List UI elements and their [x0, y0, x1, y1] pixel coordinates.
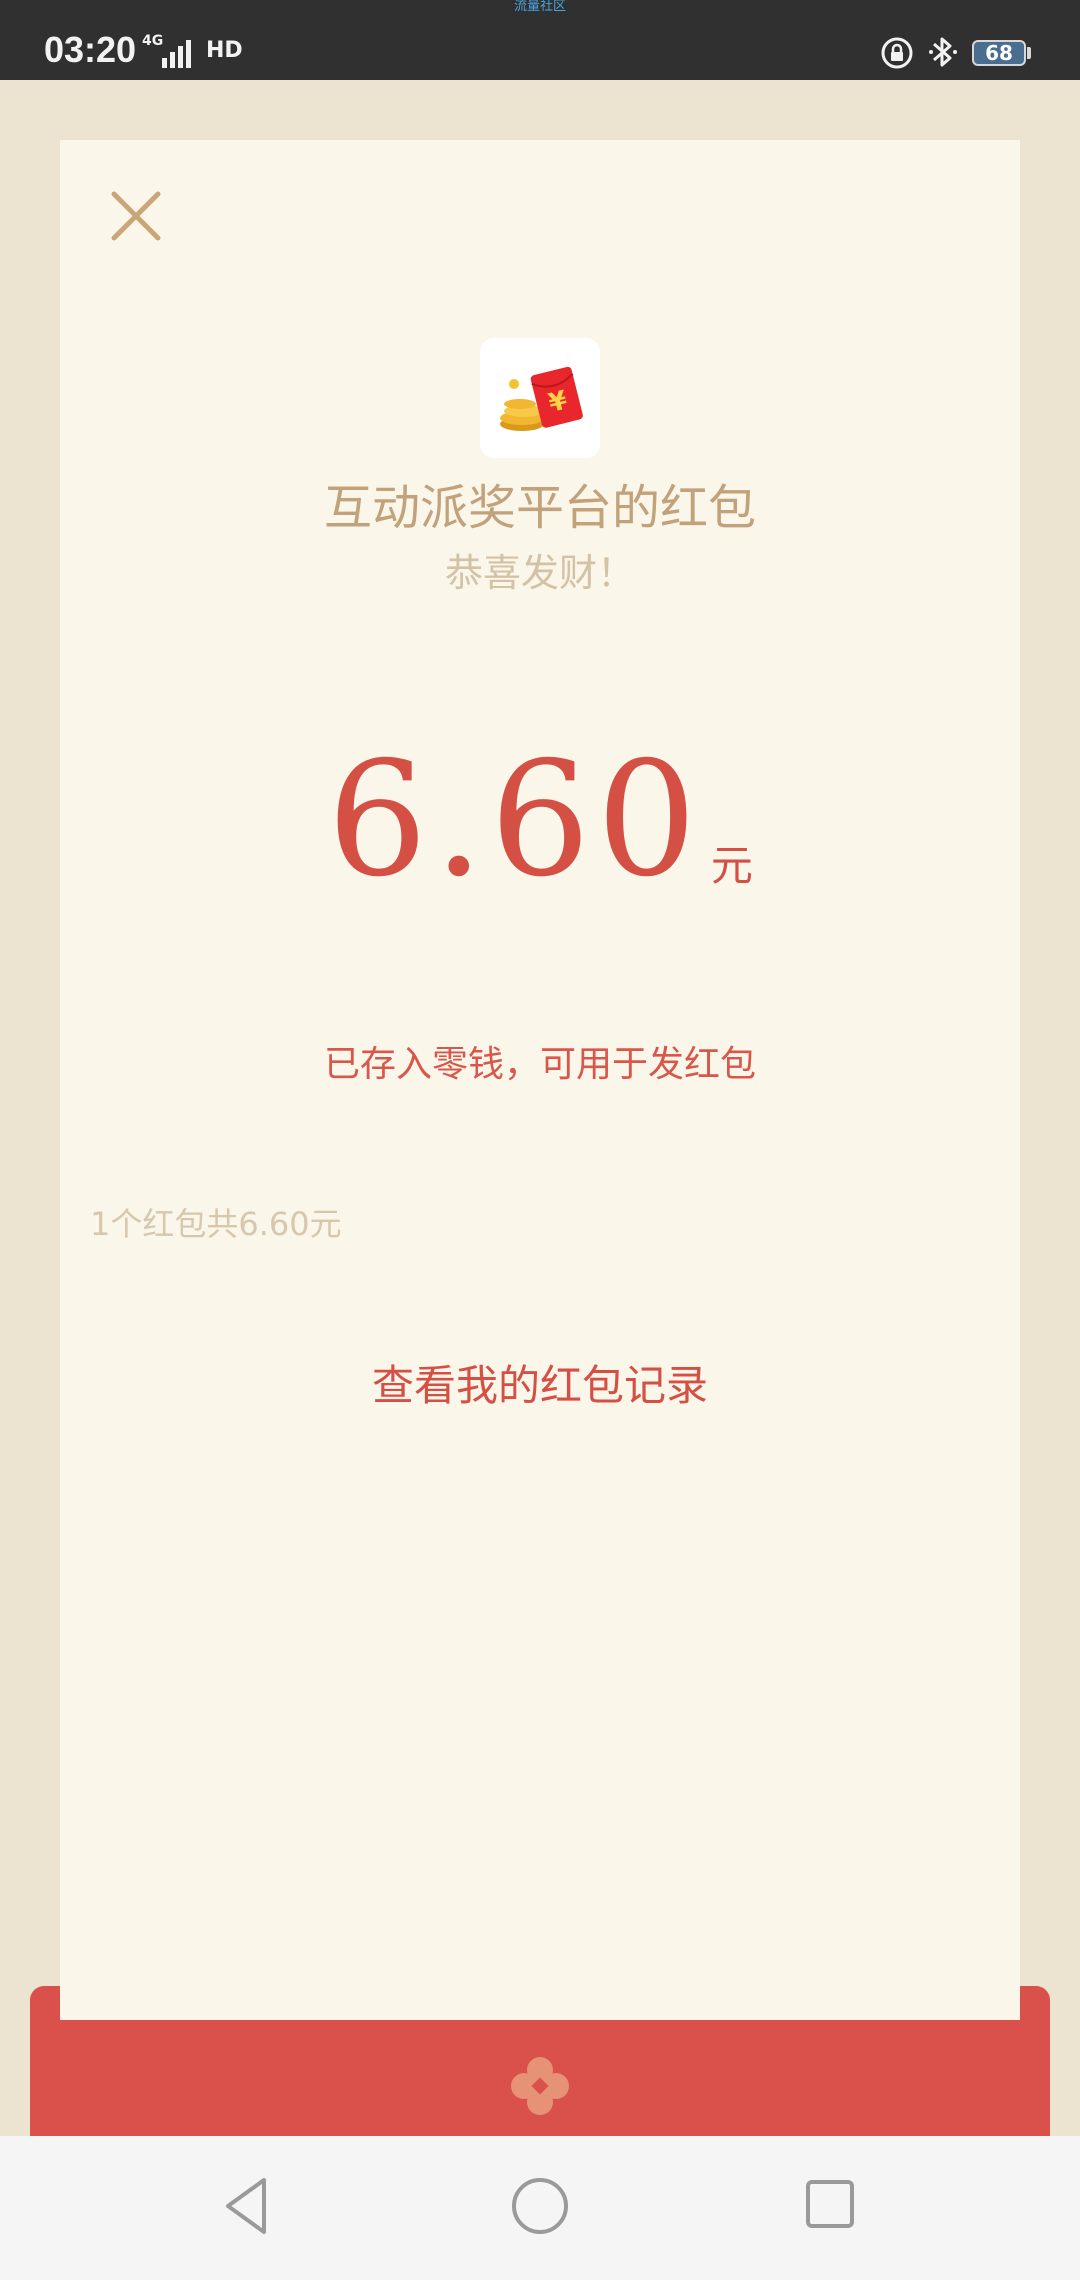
close-icon[interactable] [96, 176, 176, 256]
packet-summary: 1个红包共6.60元 [90, 1205, 342, 1243]
home-icon[interactable] [510, 2176, 570, 2236]
hd-call-icon: HD [206, 38, 243, 63]
status-top-label: 流量社区 [513, 0, 566, 14]
back-icon[interactable] [218, 2174, 278, 2238]
zigzag-edge [60, 2020, 1020, 2044]
saved-to-balance-note: 已存入零钱，可用于发红包 [323, 1044, 756, 1085]
rotation-lock-icon [881, 37, 913, 69]
battery-icon: 68 [972, 40, 1026, 66]
navigation-bar [0, 2136, 1080, 2280]
status-bar: 流量社区 03:20 4G HD 68 [0, 0, 1080, 80]
amount-row: 6.60 元 [60, 730, 1020, 910]
red-packet-app-icon: ¥ [480, 338, 600, 458]
amount-value: 6.60 [327, 728, 703, 912]
blessing-text: 恭喜发财！ [444, 551, 635, 595]
view-records-link[interactable]: 查看我的红包记录 [60, 1358, 1020, 1414]
sender-title: 互动派奖平台的红包 [323, 480, 756, 536]
red-packet-card: ¥ 互动派奖平台的红包 恭喜发财！ 6.60 元 已存入零钱，可用于发红包 1个红… [60, 140, 1020, 2020]
status-time: 03:20 [44, 29, 137, 70]
battery-tip [1027, 47, 1031, 59]
amount-unit: 元 [710, 841, 753, 890]
bluetooth-icon [929, 37, 957, 67]
flower-icon [511, 2057, 569, 2115]
recent-apps-icon[interactable] [802, 2176, 862, 2236]
signal-icon [162, 40, 191, 68]
